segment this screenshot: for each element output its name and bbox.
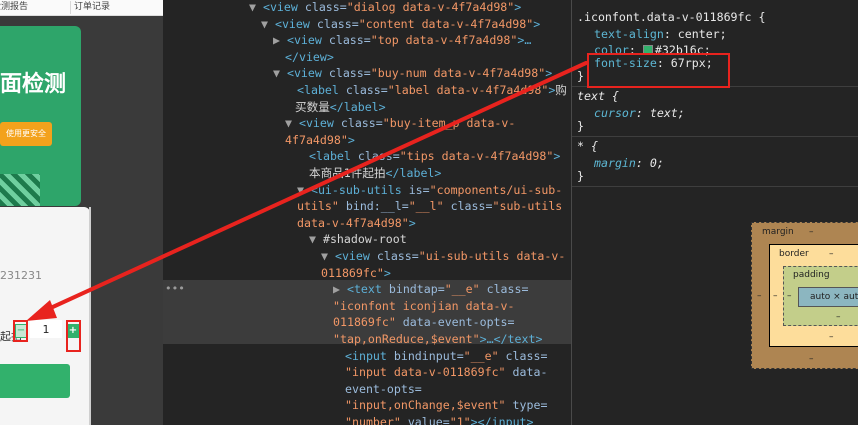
- preview-top-tabs: 检测报告 订单记录: [0, 0, 163, 16]
- node-text-selected-cont2[interactable]: 011869fc" data-event-opts=: [333, 314, 515, 331]
- node-content[interactable]: ▼ <view class="content data-v-4f7a4d98">: [261, 16, 540, 33]
- node-input-cont4[interactable]: "number" value="1"></input>: [345, 414, 534, 425]
- box-model-margin-label: margin: [762, 227, 794, 237]
- rule-separator-2: [572, 136, 858, 137]
- node-buy-item[interactable]: ▼ <view class="buy-item_p data-v-: [285, 115, 515, 132]
- node-buy-num[interactable]: ▼ <view class="buy-num data-v-4f7a4d98">: [273, 65, 552, 82]
- node-text-selected-cont[interactable]: "iconfont iconjian data-v-: [333, 298, 514, 315]
- node-dialog[interactable]: ▼ <view class="dialog data-v-4f7a4d98">: [249, 0, 521, 16]
- node-tips-text[interactable]: 本商品1件起拍</label>: [309, 165, 441, 182]
- box-model-margin-left: –: [757, 291, 762, 301]
- quantity-input[interactable]: [30, 320, 62, 338]
- preview-divider: [89, 207, 91, 425]
- box-model-border-label: border: [779, 249, 809, 259]
- promo-banner: 面检测 使用更安全: [0, 26, 81, 206]
- box-model-content-label: auto × auto: [810, 292, 858, 302]
- tab-report[interactable]: 检测报告: [0, 1, 31, 14]
- box-model-padding-bottom: –: [836, 312, 841, 322]
- node-input[interactable]: <input bindinput="__e" class=: [345, 348, 547, 365]
- box-model-padding-left: –: [787, 291, 792, 301]
- rule1-selector[interactable]: .iconfont.data-v-011869fc {: [577, 9, 765, 26]
- box-model-border-top: –: [829, 249, 834, 259]
- node-input-cont[interactable]: "input data-v-011869fc" data-: [345, 364, 547, 381]
- rule-separator-3: [572, 186, 858, 187]
- node-tips[interactable]: <label class="tips data-v-4f7a4d98">: [309, 148, 560, 165]
- rule1-close: }: [577, 69, 584, 83]
- rule3-close: }: [577, 169, 584, 183]
- font-size-highlight-box: [587, 53, 730, 88]
- node-ui-sub-utils-cont[interactable]: utils" bind:__l="__l" class="sub-utils: [297, 198, 562, 215]
- box-model-border-left: –: [773, 291, 778, 301]
- node-buy-item-cont[interactable]: 4f7a4d98">: [285, 132, 355, 149]
- dialog-id-text: 231231: [0, 269, 42, 282]
- node-top[interactable]: ▶ <view class="top data-v-4f7a4d98">…: [273, 32, 531, 49]
- box-model-border-bottom: –: [829, 332, 834, 342]
- elements-panel: ••• ▼ <view class="dialog data-v-4f7a4d9…: [163, 0, 571, 425]
- prop-cursor[interactable]: cursor: text;: [594, 105, 685, 122]
- node-ui-sub-utils-view-cont[interactable]: 011869fc">: [321, 265, 391, 282]
- node-text-selected-cont3[interactable]: "tap,onReduce,$event">…</text>: [333, 331, 542, 348]
- rule2-selector[interactable]: text {: [577, 88, 619, 105]
- banner-pattern: [0, 174, 40, 206]
- node-shadow-root[interactable]: ▼ #shadow-root: [309, 231, 407, 248]
- node-label[interactable]: <label class="label data-v-4f7a4d98">购: [297, 82, 567, 99]
- buy-dialog: 231231 起拍 − +: [0, 207, 90, 425]
- mobile-preview: 检测报告 订单记录 面检测 使用更安全 231231 起拍 − +: [0, 0, 163, 425]
- banner-title: 面检测: [0, 72, 67, 97]
- prop-margin[interactable]: margin: 0;: [594, 155, 664, 172]
- banner-button[interactable]: 使用更安全: [0, 122, 52, 146]
- box-model-padding-label: padding: [793, 270, 830, 280]
- node-ui-sub-utils-view[interactable]: ▼ <view class="ui-sub-utils data-v-: [321, 248, 565, 265]
- plus-highlight-box: [66, 320, 81, 352]
- node-top-close[interactable]: </view>: [285, 49, 334, 66]
- tab-orders[interactable]: 订单记录: [70, 1, 113, 14]
- prop-text-align[interactable]: text-align: center;: [594, 26, 727, 43]
- buy-button[interactable]: [0, 364, 70, 398]
- box-model-margin-top: –: [809, 227, 814, 237]
- node-input-cont3[interactable]: "input,onChange,$event" type=: [345, 397, 547, 414]
- node-text-selected[interactable]: ▶ <text bindtap="__e" class=: [333, 281, 528, 298]
- node-ui-sub-utils-cont2[interactable]: data-v-4f7a4d98">: [297, 215, 416, 232]
- minus-highlight-box: [13, 320, 28, 342]
- box-model-margin-bottom: –: [809, 354, 814, 364]
- node-label-text[interactable]: 买数量</label>: [295, 99, 386, 116]
- node-ui-sub-utils[interactable]: ▼ <ui-sub-utils is="components/ui-sub-: [297, 182, 562, 199]
- rule3-selector[interactable]: * {: [577, 138, 598, 155]
- node-menu-dots[interactable]: •••: [165, 281, 185, 298]
- node-input-cont2[interactable]: event-opts=: [345, 381, 422, 398]
- rule2-close: }: [577, 119, 584, 133]
